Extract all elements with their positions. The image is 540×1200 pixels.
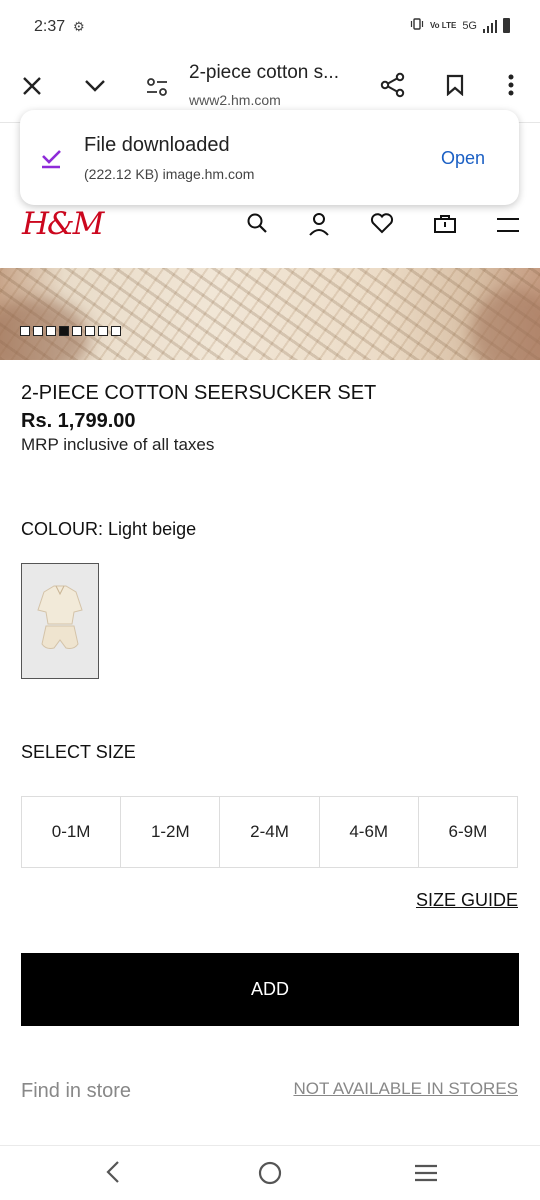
size-option[interactable]: 1-2M [121, 797, 221, 867]
colour-line: COLOUR: Light beige [21, 519, 196, 540]
battery-icon [503, 18, 510, 33]
add-to-bag-button[interactable]: ADD [21, 953, 519, 1026]
status-indicators: Vo LTE 5G [410, 18, 510, 33]
store-availability-link[interactable]: NOT AVAILABLE IN STORES [293, 1079, 518, 1099]
close-icon[interactable] [16, 70, 48, 102]
gallery-dot[interactable] [85, 326, 95, 336]
home-icon[interactable] [257, 1160, 283, 1191]
tax-note: MRP inclusive of all taxes [21, 435, 215, 454]
back-icon[interactable] [104, 1160, 122, 1189]
colour-swatch[interactable] [21, 563, 99, 679]
page-settings-icon[interactable] [140, 70, 174, 104]
select-size-heading: SELECT SIZE [21, 742, 136, 762]
size-option[interactable]: 2-4M [220, 797, 320, 867]
more-icon[interactable] [496, 68, 526, 102]
vibrate-icon [410, 18, 424, 33]
settings-notification-icon: ⚙ [73, 19, 85, 34]
bookmark-icon[interactable] [438, 68, 472, 102]
toast-subtitle: (222.12 KB) image.hm.com [84, 166, 255, 182]
gallery-dot[interactable] [98, 326, 108, 336]
gallery-dot[interactable] [59, 326, 69, 336]
signal-icon [483, 19, 497, 33]
size-option[interactable]: 0-1M [22, 797, 122, 867]
recents-icon[interactable] [414, 1164, 438, 1187]
product-price: Rs. 1,799.00 [21, 410, 136, 432]
volte-indicator: Vo LTE [429, 20, 457, 30]
size-option[interactable]: 6-9M [419, 797, 517, 867]
open-download-button[interactable]: Open [441, 148, 485, 169]
gallery-dot[interactable] [33, 326, 43, 336]
colour-label: COLOUR: [21, 519, 104, 539]
toast-title: File downloaded [84, 134, 230, 156]
gallery-dot[interactable] [20, 326, 30, 336]
gallery-dot[interactable] [46, 326, 56, 336]
status-time: 2:37 [34, 18, 66, 35]
gallery-indicator [20, 326, 121, 336]
size-option[interactable]: 4-6M [320, 797, 419, 867]
menu-icon[interactable] [497, 217, 519, 238]
size-guide-link[interactable]: SIZE GUIDE [416, 890, 518, 911]
account-icon[interactable] [308, 212, 330, 241]
search-icon[interactable] [246, 212, 268, 239]
page-title: 2-piece cotton s... [189, 62, 339, 83]
page-url: www2.hm.com [189, 92, 281, 108]
hm-logo[interactable]: H&M [22, 206, 104, 242]
product-title: 2-PIECE COTTON SEERSUCKER SET [21, 382, 377, 404]
network-type: 5G [462, 19, 477, 32]
download-toast: File downloaded (222.12 KB) image.hm.com… [20, 110, 519, 205]
colour-value: Light beige [108, 519, 197, 539]
system-nav-bar [0, 1146, 540, 1200]
find-in-store-link[interactable]: Find in store [21, 1080, 131, 1103]
size-selector: 0-1M 1-2M 2-4M 4-6M 6-9M [21, 796, 518, 868]
gallery-dot[interactable] [72, 326, 82, 336]
product-image[interactable] [0, 268, 540, 360]
heart-icon[interactable] [370, 212, 394, 239]
status-bar: 2:37 ⚙ Vo LTE 5G [0, 0, 540, 56]
swatch-garment-image [37, 585, 83, 649]
download-complete-icon [40, 148, 62, 175]
gallery-dot[interactable] [111, 326, 121, 336]
chevron-down-icon[interactable] [79, 70, 111, 102]
bag-icon[interactable] [433, 212, 457, 239]
share-icon[interactable] [376, 68, 410, 102]
